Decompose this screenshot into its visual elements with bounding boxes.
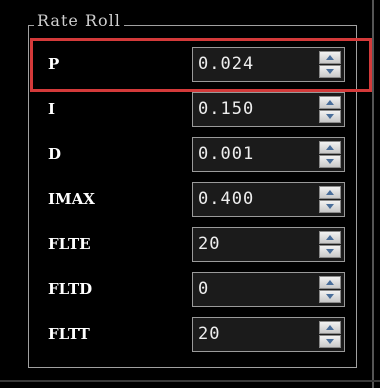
spin-down-arrow-icon [326, 249, 334, 254]
spin-up-button[interactable] [319, 186, 341, 199]
param-label-p: P [48, 55, 60, 73]
param-spinbox-i[interactable]: 0.150 [192, 92, 345, 127]
spin-control [319, 321, 341, 348]
spin-up-arrow-icon [326, 280, 334, 285]
param-row-i: I 0.150 [35, 90, 355, 130]
param-spinbox-p[interactable]: 0.024 [192, 47, 345, 82]
spin-control [319, 96, 341, 123]
spin-up-arrow-icon [326, 55, 334, 60]
spin-control [319, 186, 341, 213]
spin-down-arrow-icon [326, 69, 334, 74]
spin-up-button[interactable] [319, 141, 341, 154]
spin-control [319, 51, 341, 78]
param-row-d: D 0.001 [35, 135, 355, 175]
param-spinbox-fltd[interactable]: 0 [192, 272, 345, 307]
spin-up-arrow-icon [326, 190, 334, 195]
param-label-i: I [48, 100, 56, 118]
param-value-imax[interactable]: 0.400 [198, 189, 254, 209]
param-spinbox-fltt[interactable]: 20 [192, 317, 345, 352]
spin-up-arrow-icon [326, 100, 334, 105]
spin-down-arrow-icon [326, 159, 334, 164]
param-row-p: P 0.024 [35, 45, 355, 85]
param-label-fltt: FLTT [48, 325, 90, 343]
param-row-imax: IMAX 0.400 [35, 180, 355, 220]
spin-control [319, 276, 341, 303]
param-value-p[interactable]: 0.024 [198, 54, 254, 74]
param-row-fltt: FLTT 20 [35, 315, 355, 355]
param-label-imax: IMAX [48, 190, 95, 208]
param-value-i[interactable]: 0.150 [198, 99, 254, 119]
param-spinbox-imax[interactable]: 0.400 [192, 182, 345, 217]
param-row-fltd: FLTD 0 [35, 270, 355, 310]
param-row-flte: FLTE 20 [35, 225, 355, 265]
param-spinbox-flte[interactable]: 20 [192, 227, 345, 262]
rate-roll-panel: Rate Roll P 0.024 I 0.150 D 0.001 IMAX 0… [0, 0, 380, 388]
spin-down-button[interactable] [319, 110, 341, 123]
spin-down-arrow-icon [326, 294, 334, 299]
param-spinbox-d[interactable]: 0.001 [192, 137, 345, 172]
spin-down-arrow-icon [326, 114, 334, 119]
param-label-flte: FLTE [48, 235, 91, 253]
param-value-fltd[interactable]: 0 [198, 279, 209, 299]
window-right-edge [372, 0, 374, 388]
spin-down-button[interactable] [319, 65, 341, 78]
spin-down-arrow-icon [326, 204, 334, 209]
spin-down-button[interactable] [319, 245, 341, 258]
param-label-fltd: FLTD [48, 280, 93, 298]
window-bottom-edge [0, 380, 380, 382]
spin-up-arrow-icon [326, 145, 334, 150]
spin-control [319, 141, 341, 168]
group-title: Rate Roll [34, 12, 124, 30]
param-value-flte[interactable]: 20 [198, 234, 220, 254]
spin-up-button[interactable] [319, 231, 341, 244]
spin-up-button[interactable] [319, 321, 341, 334]
spin-up-button[interactable] [319, 96, 341, 109]
spin-down-arrow-icon [326, 339, 334, 344]
spin-up-button[interactable] [319, 276, 341, 289]
param-label-d: D [48, 145, 62, 163]
spin-down-button[interactable] [319, 200, 341, 213]
spin-control [319, 231, 341, 258]
spin-up-arrow-icon [326, 235, 334, 240]
spin-down-button[interactable] [319, 290, 341, 303]
spin-down-button[interactable] [319, 155, 341, 168]
spin-down-button[interactable] [319, 335, 341, 348]
spin-up-button[interactable] [319, 51, 341, 64]
param-value-fltt[interactable]: 20 [198, 324, 220, 344]
spin-up-arrow-icon [326, 325, 334, 330]
param-value-d[interactable]: 0.001 [198, 144, 254, 164]
